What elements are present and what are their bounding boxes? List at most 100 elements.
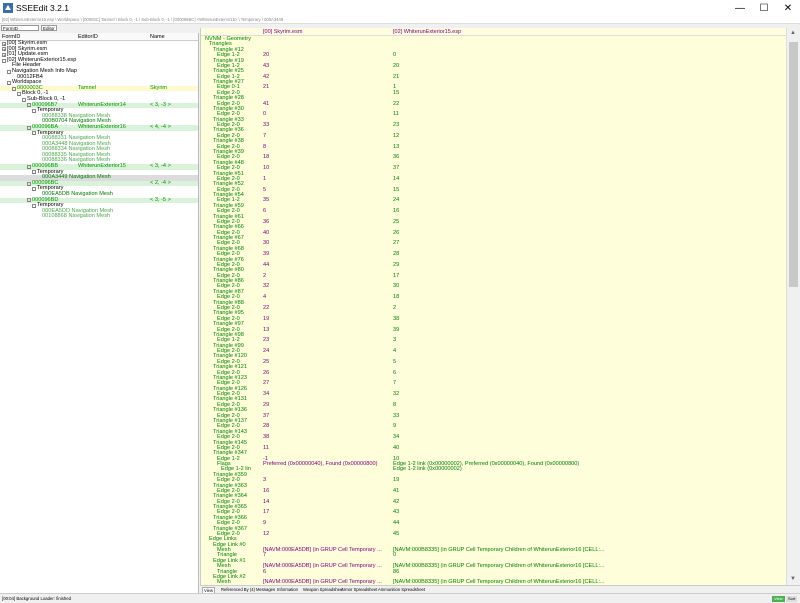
scroll-thumb[interactable] bbox=[789, 42, 798, 287]
tab-information[interactable]: Information bbox=[276, 587, 299, 592]
plugin-field-value[interactable]: 0 bbox=[393, 52, 396, 58]
skyrim-field-value[interactable]: 6 bbox=[263, 208, 266, 214]
plugin-field-value[interactable]: 15 bbox=[393, 90, 399, 96]
collapse-icon[interactable]: - bbox=[7, 81, 11, 85]
skyrim-field-value[interactable]: 16 bbox=[263, 488, 269, 494]
expand-icon[interactable]: + bbox=[2, 47, 6, 51]
collapse-icon[interactable]: - bbox=[32, 131, 36, 135]
skyrim-field-value[interactable]: 13 bbox=[263, 327, 269, 333]
plugin-field-value[interactable]: 2 bbox=[393, 305, 396, 311]
plugin-field-value[interactable]: 6 bbox=[393, 370, 396, 376]
plugin-field-value[interactable]: 19 bbox=[393, 477, 399, 483]
skyrim-field-value[interactable]: 24 bbox=[263, 348, 269, 354]
formid-column-header[interactable]: FormID bbox=[2, 34, 20, 40]
skyrim-field-value[interactable]: 29 bbox=[263, 402, 269, 408]
plugin-field-value[interactable]: 38 bbox=[393, 316, 399, 322]
tab-ammunition-spreadsheet[interactable]: Ammunition Spreadsheet bbox=[377, 587, 426, 592]
plugin-field-value[interactable]: [NAVM:000B8335] (in GRUP Cell Temporary … bbox=[393, 547, 605, 553]
plugin-field-value[interactable]: 12 bbox=[393, 133, 399, 139]
minimize-button[interactable]: — bbox=[728, 0, 752, 17]
collapse-icon[interactable]: - bbox=[27, 126, 31, 130]
plugin-field-value[interactable]: 9 bbox=[393, 423, 396, 429]
skyrim-field-value[interactable]: 42 bbox=[263, 74, 269, 80]
collapse-icon[interactable]: - bbox=[27, 165, 31, 169]
skyrim-field-value[interactable]: 40 bbox=[263, 230, 269, 236]
collapse-icon[interactable]: - bbox=[32, 109, 36, 113]
plugin-field-value[interactable]: 26 bbox=[393, 230, 399, 236]
plugin-field-value[interactable]: 5 bbox=[393, 359, 396, 365]
skyrim-field-value[interactable]: 44 bbox=[263, 262, 269, 268]
plugin-field-value[interactable]: 42 bbox=[393, 499, 399, 505]
collapse-icon[interactable]: - bbox=[12, 87, 16, 91]
collapse-icon[interactable]: - bbox=[27, 182, 31, 186]
collapse-icon[interactable]: - bbox=[27, 198, 31, 202]
plugin-field-value[interactable]: 40 bbox=[393, 445, 399, 451]
skyrim-field-value[interactable]: 17 bbox=[263, 509, 269, 515]
collapse-icon[interactable]: - bbox=[32, 170, 36, 174]
plugin-field-value[interactable]: 18 bbox=[393, 294, 399, 300]
plugin-field-value[interactable]: 32 bbox=[393, 391, 399, 397]
plugin-field-value[interactable]: 15 bbox=[393, 187, 399, 193]
expand-icon[interactable]: + bbox=[2, 53, 6, 57]
tab-armor-spreadsheet[interactable]: Armor Spreadsheet bbox=[340, 587, 378, 592]
record-view[interactable]: [00] Skyrim.esm [02] WhiterunExterior15.… bbox=[200, 28, 787, 585]
plugin-field-value[interactable]: 3 bbox=[393, 337, 396, 343]
maximize-button[interactable]: ☐ bbox=[752, 0, 776, 17]
collapse-icon[interactable]: - bbox=[32, 204, 36, 208]
skyrim-field-value[interactable]: [NAVM:000EA5DB] (in GRUP Cell Temporary … bbox=[263, 563, 382, 569]
tree-row[interactable]: 00108868 Navigation Mesh bbox=[0, 214, 198, 220]
skyrim-field-value[interactable]: 0 bbox=[263, 111, 266, 117]
plugin-field-value[interactable]: 30 bbox=[393, 283, 399, 289]
plugin-field-value[interactable]: 45 bbox=[393, 531, 399, 537]
tab-referenced-by[interactable]: Referenced By (4) bbox=[220, 587, 256, 592]
plugin-field-value[interactable]: 24 bbox=[393, 197, 399, 203]
skyrim-field-value[interactable]: 5 bbox=[263, 187, 266, 193]
skyrim-field-value[interactable]: 7 bbox=[263, 133, 266, 139]
tab-messages[interactable]: Messages bbox=[255, 587, 276, 592]
plugin-field-value[interactable]: 39 bbox=[393, 327, 399, 333]
skyrim-field-value[interactable]: 8 bbox=[263, 144, 266, 150]
skyrim-field-value[interactable]: 4 bbox=[263, 294, 266, 300]
plugin-field-value[interactable]: 33 bbox=[393, 413, 399, 419]
skyrim-field-value[interactable]: 1 bbox=[263, 176, 266, 182]
name-column-header[interactable]: Name bbox=[150, 34, 165, 40]
scroll-up-icon[interactable]: ▲ bbox=[790, 30, 796, 36]
plugin-field-value[interactable]: 28 bbox=[393, 251, 399, 257]
skyrim-field-value[interactable]: 2 bbox=[263, 273, 266, 279]
skyrim-field-value[interactable]: 25 bbox=[263, 359, 269, 365]
skyrim-field-value[interactable]: 41 bbox=[263, 101, 269, 107]
skyrim-field-value[interactable]: 18 bbox=[263, 154, 269, 160]
plugin-field-value[interactable]: 13 bbox=[393, 144, 399, 150]
skyrim-field-value[interactable]: 22 bbox=[263, 305, 269, 311]
plugin-field-value[interactable]: 41 bbox=[393, 488, 399, 494]
view-status-button[interactable]: View bbox=[772, 596, 785, 602]
skyrim-field-value[interactable]: 20 bbox=[263, 52, 269, 58]
plugin-field-value[interactable]: Edge 1-2 link (0x00000002) bbox=[393, 466, 462, 472]
skyrim-field-value[interactable]: 33 bbox=[263, 122, 269, 128]
plugin-field-value[interactable]: 21 bbox=[393, 74, 399, 80]
skyrim-field-value[interactable]: 12 bbox=[263, 531, 269, 537]
collapse-icon[interactable]: - bbox=[22, 98, 26, 102]
plugin-field-value[interactable]: 16 bbox=[393, 208, 399, 214]
plugin-field-value[interactable]: 11 bbox=[393, 111, 399, 117]
plugin-field-value[interactable]: 29 bbox=[393, 262, 399, 268]
skyrim-field-value[interactable]: 39 bbox=[263, 251, 269, 257]
skyrim-field-value[interactable]: 10 bbox=[263, 165, 269, 171]
sort-status-button[interactable]: Sort bbox=[786, 596, 797, 602]
plugin-field-value[interactable]: 36 bbox=[393, 154, 399, 160]
skyrim-field-value[interactable]: 26 bbox=[263, 370, 269, 376]
plugin-field-value[interactable]: 37 bbox=[393, 165, 399, 171]
plugin-field-value[interactable]: 23 bbox=[393, 122, 399, 128]
skyrim-field-value[interactable]: 21 bbox=[263, 84, 269, 90]
skyrim-field-value[interactable]: 35 bbox=[263, 197, 269, 203]
skyrim-field-value[interactable]: 43 bbox=[263, 63, 269, 69]
formid-filter-input[interactable]: FormID bbox=[1, 25, 39, 31]
plugin-field-value[interactable]: 43 bbox=[393, 509, 399, 515]
collapse-icon[interactable]: - bbox=[17, 92, 21, 96]
plugin-field-value[interactable]: 86 bbox=[393, 569, 399, 575]
tab-weapon-spreadsheet[interactable]: Weapon Spreadsheet bbox=[302, 587, 344, 592]
plugin-field-value[interactable]: 44 bbox=[393, 520, 399, 526]
plugin-field-value[interactable]: [NAVM:000B8335] (in GRUP Cell Temporary … bbox=[393, 563, 605, 569]
collapse-icon[interactable]: - bbox=[27, 103, 31, 107]
skyrim-field-value[interactable]: 6 bbox=[263, 569, 266, 575]
